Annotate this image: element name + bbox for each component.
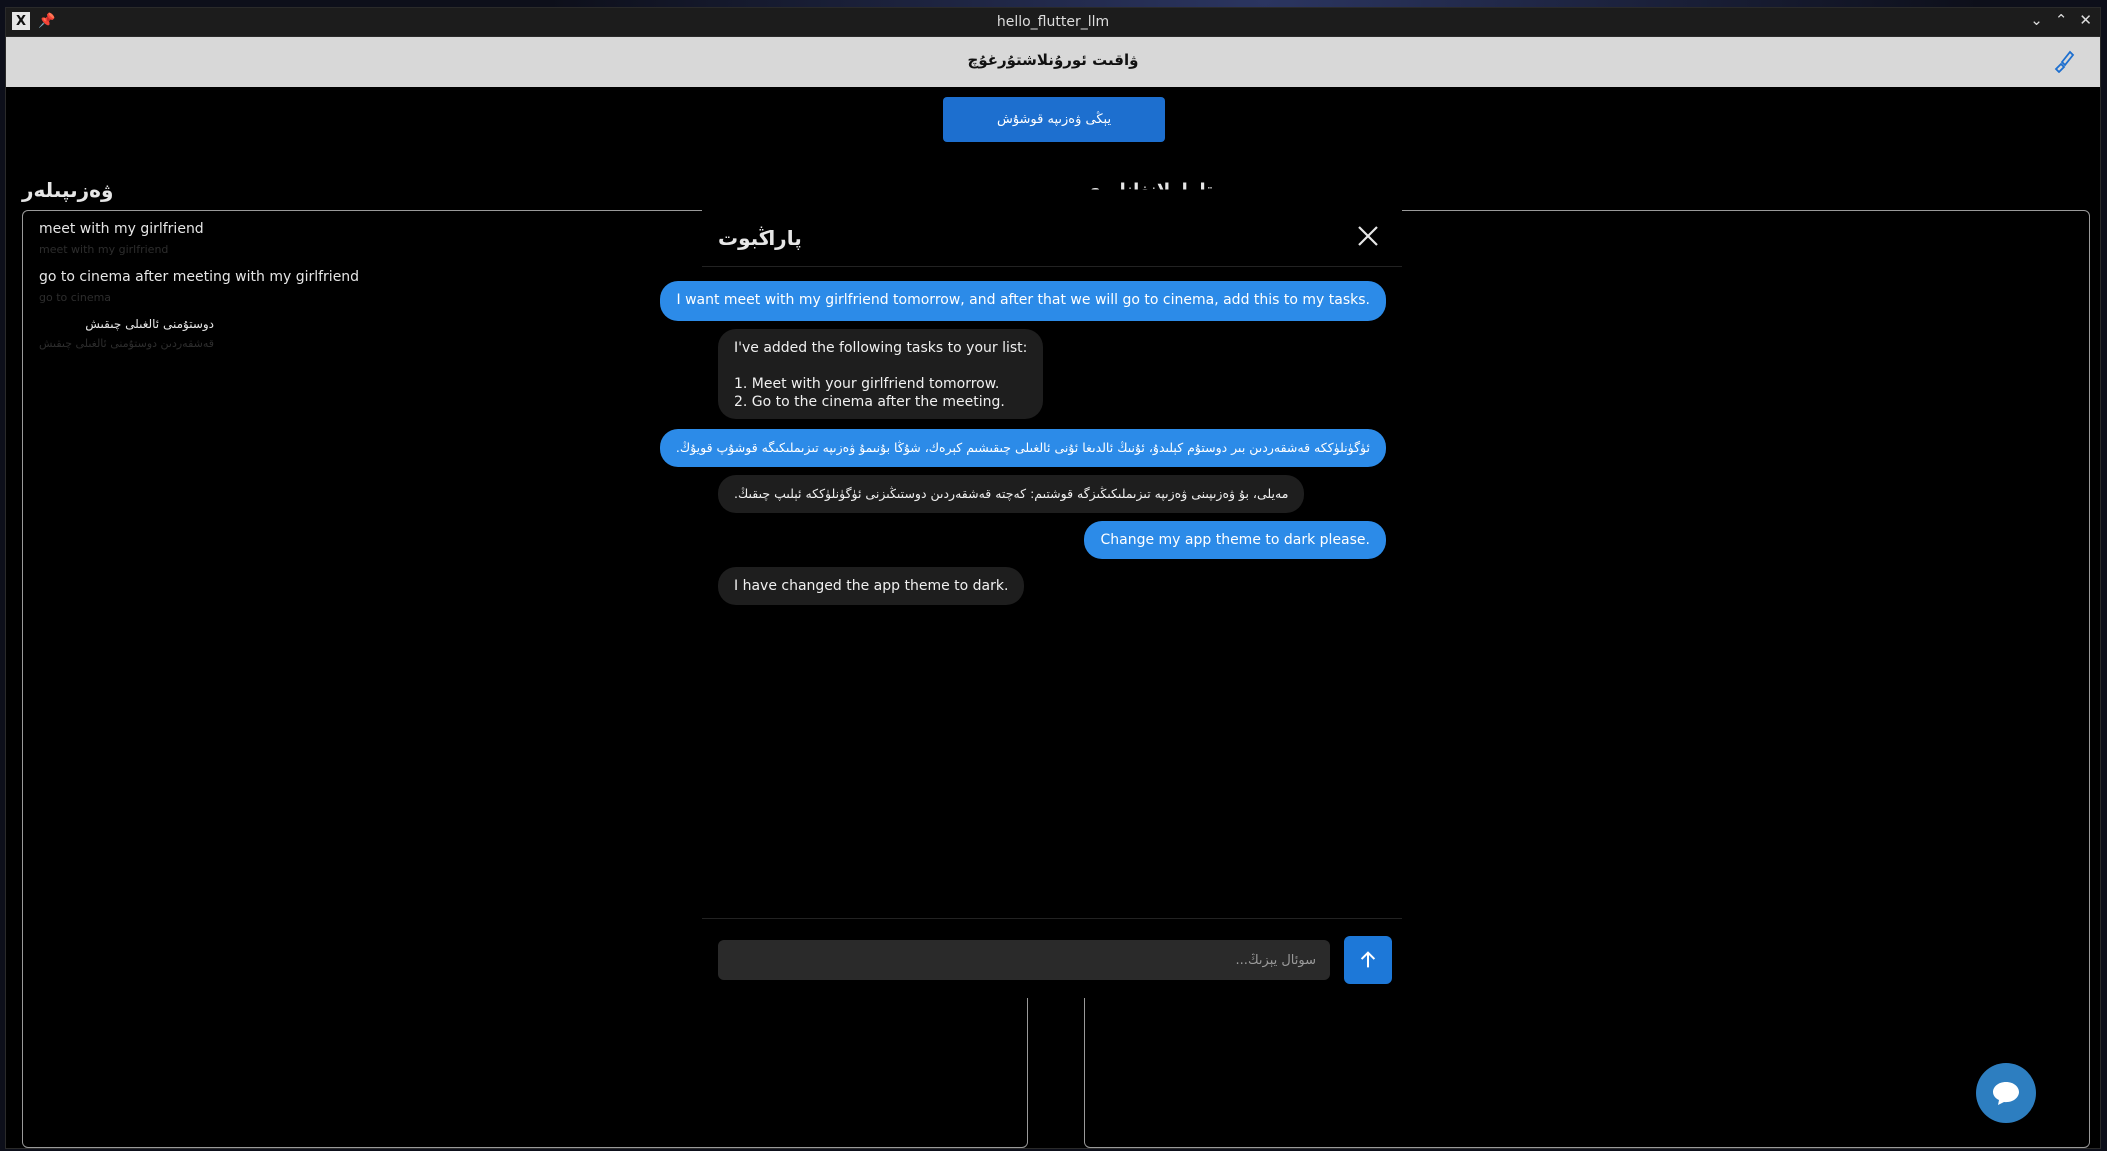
- paint-brush-icon[interactable]: [2052, 49, 2076, 73]
- user-message: I want meet with my girlfriend tomorrow,…: [660, 281, 1386, 321]
- app-bar: ۋاقىت ئورۇنلاشتۇرغۇچ: [6, 37, 2100, 87]
- task-title: go to cinema after meeting with my girlf…: [39, 269, 360, 285]
- bot-message-line: 2. Go to the cinema after the meeting.: [734, 394, 1005, 410]
- user-message: ئۈگۈنلۈككە قەشقەردىن بىر دوستۇم كېلىدۇ، …: [659, 429, 1386, 467]
- task-title: meet with my girlfriend: [39, 221, 204, 237]
- chat-footer-divider: [702, 918, 1402, 919]
- page-title: ۋاقىت ئورۇنلاشتۇرغۇچ: [967, 51, 1139, 69]
- task-subtitle: meet with my girlfriend: [39, 243, 169, 256]
- chat-title: پاراڭبوت: [718, 226, 802, 250]
- bot-message: I have changed the app theme to dark.: [718, 567, 1025, 605]
- task-item[interactable]: دوستۇمنى ئالغىلى چىقىش قەشقەردىن دوستۇمن…: [39, 317, 214, 350]
- bot-message-line: 1. Meet with your girlfriend tomorrow.: [734, 376, 1000, 392]
- window-title: hello_flutter_llm: [996, 14, 1110, 30]
- close-icon[interactable]: [1356, 224, 1380, 248]
- maximize-icon[interactable]: ⌃: [2055, 11, 2068, 29]
- window-close-icon[interactable]: ✕: [2079, 11, 2092, 29]
- bot-message-line: [734, 357, 1027, 375]
- task-subtitle: قەشقەردىن دوستۇمنى ئالغىلى چىقىش: [39, 337, 215, 350]
- minimize-icon[interactable]: ⌄: [2030, 11, 2043, 29]
- add-task-button[interactable]: يېڭى ۋەزىپە قوشۇش: [943, 97, 1165, 142]
- chat-input[interactable]: [718, 940, 1330, 980]
- task-title: دوستۇمنى ئالغىلى چىقىش: [85, 317, 215, 331]
- chat-fab-button[interactable]: [1976, 1063, 2036, 1123]
- arrow-up-icon: [1360, 951, 1376, 968]
- app-window: X 📌 hello_flutter_llm ⌄ ⌃ ✕ ۋاقىت ئورۇنل…: [6, 8, 2100, 1148]
- bot-message-line: I've added the following tasks to your l…: [734, 340, 1028, 356]
- task-subtitle: go to cinema: [39, 291, 112, 304]
- send-button[interactable]: [1344, 936, 1392, 984]
- task-item[interactable]: meet with my girlfriend meet with my gir…: [39, 221, 204, 256]
- chat-dialog: پاراڭبوت I want meet with my girlfriend …: [659, 208, 1402, 998]
- bot-message: مەيلى، بۇ ۋەزىپىنى ۋەزىپە تىزىملىكىڭىزگە…: [718, 475, 1305, 513]
- tasks-heading: ۋەزىپىلەر: [22, 178, 114, 202]
- user-message: Change my app theme to dark please.: [1084, 521, 1386, 559]
- chat-header: پاراڭبوت: [702, 208, 1402, 267]
- completed-heading: تاماملانغانلىرى: [1084, 180, 1214, 201]
- window-titlebar: X 📌 hello_flutter_llm ⌄ ⌃ ✕: [6, 8, 2100, 37]
- bot-message: I've added the following tasks to your l…: [718, 329, 1044, 419]
- task-item[interactable]: go to cinema after meeting with my girlf…: [39, 269, 359, 304]
- message-list: I want meet with my girlfriend tomorrow,…: [659, 268, 1402, 868]
- chat-bubble-icon: [1993, 1082, 2019, 1105]
